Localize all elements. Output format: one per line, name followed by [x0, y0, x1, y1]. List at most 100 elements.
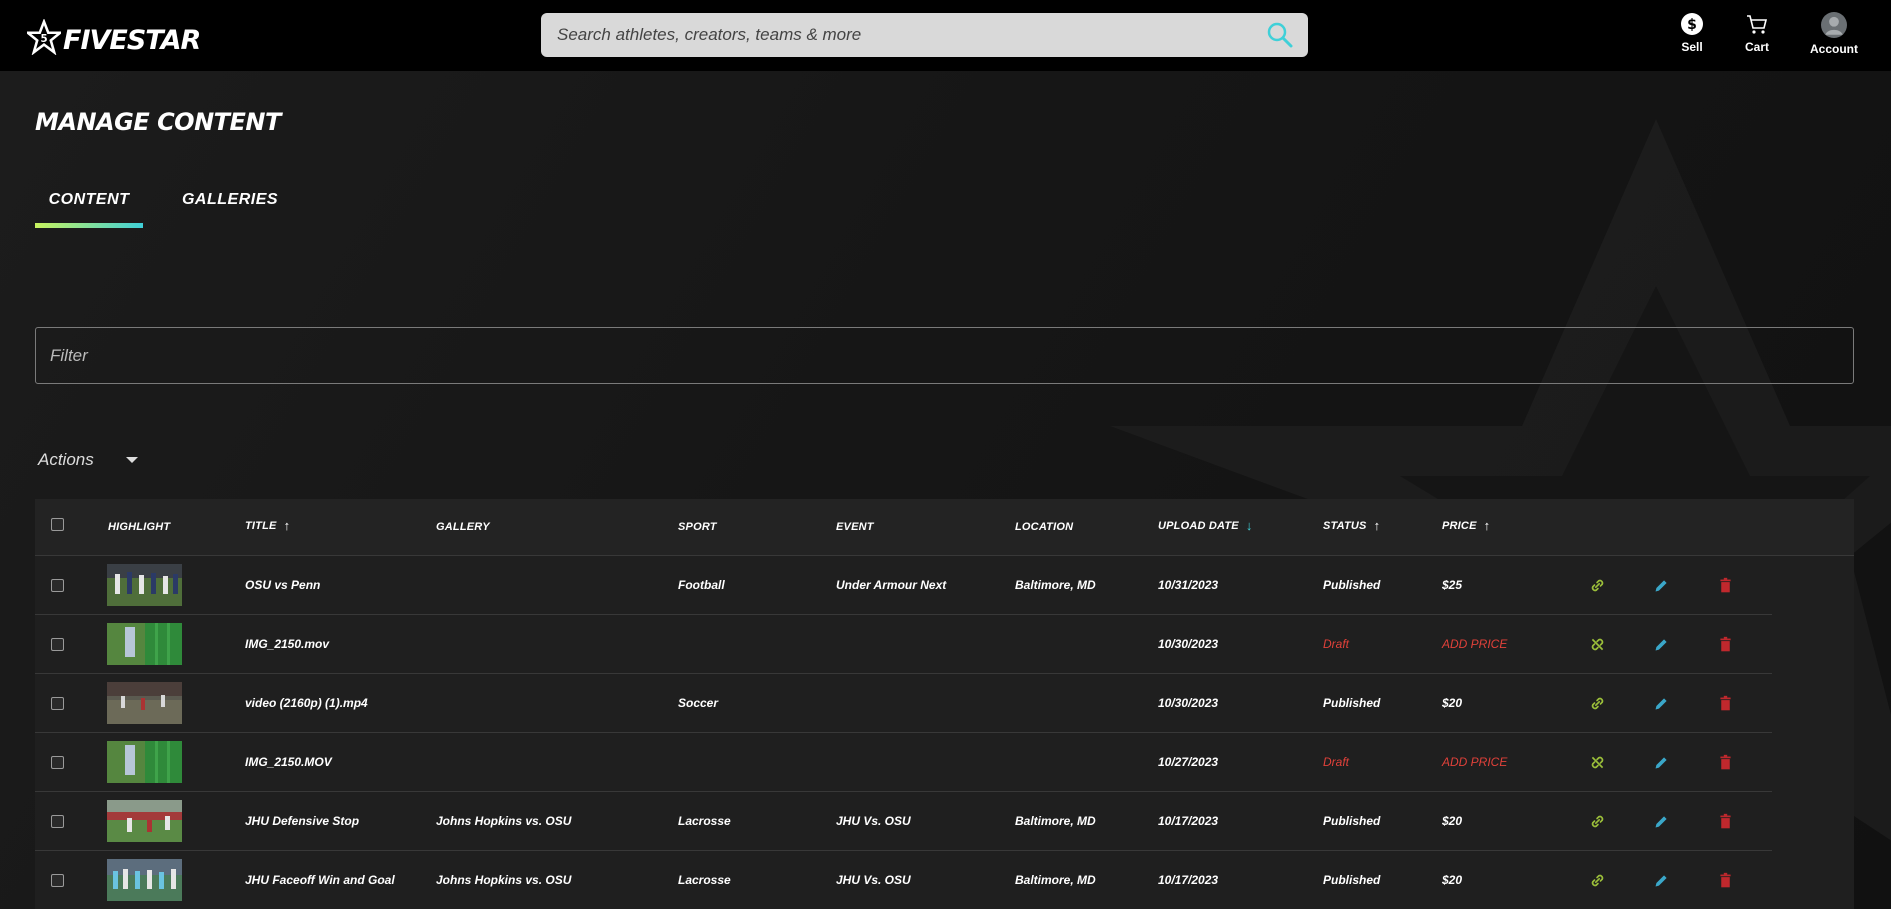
cell-price[interactable]: $25 [1442, 578, 1462, 592]
column-price-label: PRICE [1442, 519, 1477, 532]
highlight-thumbnail[interactable] [107, 564, 182, 606]
edit-pencil-icon[interactable] [1653, 577, 1670, 594]
edit-pencil-icon[interactable] [1653, 695, 1670, 712]
filter-field [35, 327, 1854, 384]
fivestar-logo[interactable]: 5 FIVESTAR [27, 18, 201, 56]
cell-title: JHU Defensive Stop [245, 814, 360, 828]
row-checkbox[interactable] [51, 874, 64, 887]
cell-price[interactable]: $20 [1442, 814, 1462, 828]
table-row[interactable]: video (2160p) (1).mp4 Soccer 10/30/2023 … [35, 674, 1772, 733]
sort-up-icon: ↑ [283, 518, 291, 533]
search-input[interactable] [541, 13, 1266, 57]
highlight-thumbnail[interactable] [107, 682, 182, 724]
cell-upload-date: 10/27/2023 [1158, 755, 1219, 769]
column-header-highlight: HIGHLIGHT [108, 521, 170, 533]
unlink-icon[interactable] [1589, 636, 1606, 653]
main-content: MANAGE CONTENT CONTENT GALLERIES Actions… [0, 71, 1891, 909]
cell-title: video (2160p) (1).mp4 [245, 696, 368, 710]
column-header-gallery: GALLERY [436, 521, 490, 533]
unlink-icon[interactable] [1589, 754, 1606, 771]
column-gallery-label: GALLERY [436, 521, 490, 533]
row-checkbox[interactable] [51, 638, 64, 651]
column-location-label: LOCATION [1015, 521, 1074, 533]
column-sport-label: SPORT [678, 521, 717, 533]
table-row[interactable]: JHU Faceoff Win and Goal Johns Hopkins v… [35, 851, 1772, 909]
dollar-circle-icon: $ [1681, 13, 1703, 35]
cell-title: IMG_2150.MOV [245, 755, 332, 769]
add-price-link[interactable]: ADD PRICE [1442, 755, 1507, 769]
actions-dropdown[interactable]: Actions [38, 450, 138, 470]
column-header-price[interactable]: PRICE ↑ [1442, 518, 1490, 533]
avatar-icon [1821, 12, 1847, 38]
cell-gallery: Johns Hopkins vs. OSU [436, 814, 572, 828]
search-icon[interactable] [1266, 21, 1294, 49]
edit-pencil-icon[interactable] [1653, 872, 1670, 889]
svg-text:$: $ [1687, 17, 1697, 33]
edit-pencil-icon[interactable] [1653, 813, 1670, 830]
column-header-location: LOCATION [1015, 521, 1073, 533]
cell-status: Published [1323, 578, 1381, 592]
cell-sport: Soccer [678, 696, 719, 710]
cell-location: Baltimore, MD [1015, 578, 1096, 592]
cart-button[interactable]: Cart [1745, 12, 1769, 54]
trash-icon[interactable] [1717, 754, 1734, 771]
column-event-label: EVENT [836, 521, 874, 533]
highlight-thumbnail[interactable] [107, 741, 182, 783]
cell-title: OSU vs Penn [245, 578, 321, 592]
column-upload-date-label: UPLOAD DATE [1158, 519, 1239, 532]
trash-icon[interactable] [1717, 636, 1734, 653]
filter-input[interactable] [36, 328, 1853, 383]
link-icon[interactable] [1589, 577, 1606, 594]
cell-upload-date: 10/30/2023 [1158, 637, 1219, 651]
edit-pencil-icon[interactable] [1653, 636, 1670, 653]
tab-content[interactable]: CONTENT [35, 191, 143, 227]
cell-price[interactable]: $20 [1442, 873, 1462, 887]
table-row[interactable]: IMG_2150.MOV 10/27/2023 Draft ADD PRICE [35, 733, 1772, 792]
sell-button[interactable]: $ Sell [1680, 12, 1704, 54]
table-row[interactable]: JHU Defensive Stop Johns Hopkins vs. OSU… [35, 792, 1772, 851]
trash-icon[interactable] [1717, 695, 1734, 712]
top-navigation: 5 FIVESTAR $ Sell Cart Account [0, 0, 1891, 71]
cell-upload-date: 10/17/2023 [1158, 814, 1219, 828]
sell-label: Sell [1681, 40, 1703, 54]
cell-upload-date: 10/17/2023 [1158, 873, 1219, 887]
trash-icon[interactable] [1717, 872, 1734, 889]
cell-title: IMG_2150.mov [245, 637, 330, 651]
row-checkbox[interactable] [51, 815, 64, 828]
row-checkbox[interactable] [51, 697, 64, 710]
column-header-title[interactable]: TITLE ↑ [245, 518, 290, 533]
table-row[interactable]: OSU vs Penn Football Under Armour Next B… [35, 556, 1772, 615]
select-all-checkbox[interactable] [51, 518, 64, 531]
active-tab-indicator [35, 223, 143, 228]
trash-icon[interactable] [1717, 577, 1734, 594]
table-row[interactable]: IMG_2150.mov 10/30/2023 Draft ADD PRICE [35, 615, 1772, 674]
page-title: MANAGE CONTENT [35, 108, 281, 136]
account-button[interactable]: Account [1810, 12, 1858, 56]
tab-galleries[interactable]: GALLERIES [177, 191, 283, 227]
link-icon[interactable] [1589, 872, 1606, 889]
cell-location: Baltimore, MD [1015, 873, 1096, 887]
row-checkbox[interactable] [51, 756, 64, 769]
cell-price[interactable]: $20 [1442, 696, 1462, 710]
trash-icon[interactable] [1717, 813, 1734, 830]
column-header-upload-date[interactable]: UPLOAD DATE ↓ [1158, 518, 1253, 533]
cell-status: Draft [1323, 637, 1350, 651]
cell-title: JHU Faceoff Win and Goal [245, 873, 395, 887]
link-icon[interactable] [1589, 813, 1606, 830]
cell-location: Baltimore, MD [1015, 814, 1096, 828]
edit-pencil-icon[interactable] [1653, 754, 1670, 771]
cell-status: Draft [1323, 755, 1350, 769]
highlight-thumbnail[interactable] [107, 800, 182, 842]
row-checkbox[interactable] [51, 579, 64, 592]
table-header: HIGHLIGHT TITLE ↑ GALLERY SPORT EVENT LO… [35, 499, 1854, 556]
column-header-sport: SPORT [678, 521, 717, 533]
highlight-thumbnail[interactable] [107, 859, 182, 901]
cell-event: JHU Vs. OSU [836, 814, 911, 828]
cell-status: Published [1323, 696, 1381, 710]
svg-text:5: 5 [40, 34, 47, 45]
highlight-thumbnail[interactable] [107, 623, 182, 665]
add-price-link[interactable]: ADD PRICE [1442, 637, 1507, 651]
link-icon[interactable] [1589, 695, 1606, 712]
column-header-status[interactable]: STATUS ↑ [1323, 518, 1380, 533]
star-logo-icon: 5 [27, 19, 61, 55]
